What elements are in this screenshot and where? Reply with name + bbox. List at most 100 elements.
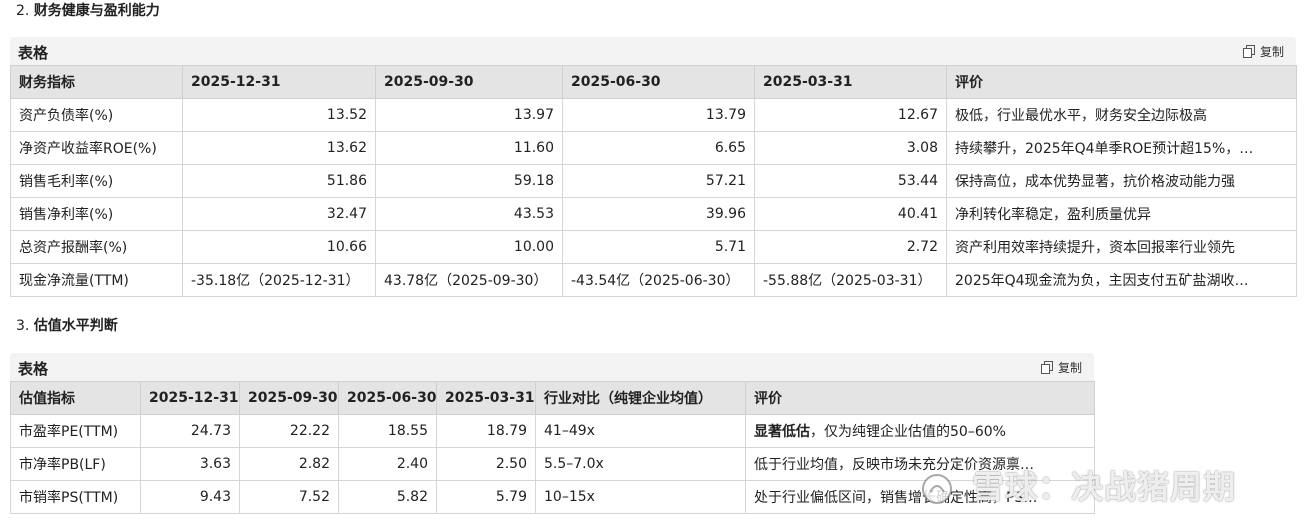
table-cell: 9.43 (140, 480, 240, 514)
table-cell: 13.62 (182, 131, 376, 165)
financial-table-card: 表格 复制 财务指标 2025-12-31 2025-09-30 2025-06… (10, 37, 1297, 297)
table-row: 总资产报酬率(%) 10.66 10.00 5.71 2.72 资产利用效率持续… (10, 230, 1297, 264)
metric-name: 销售净利率(%) (10, 197, 183, 231)
column-header: 2025-09-30 (239, 381, 339, 415)
metric-name: 净资产收益率ROE(%) (10, 131, 183, 165)
industry-cell: 5.5–7.0x (535, 447, 746, 481)
column-header: 2025-06-30 (338, 381, 437, 415)
table-cell: 12.67 (754, 98, 947, 132)
evaluation-cell: 净利转化率稳定，盈利质量优异 (946, 197, 1297, 231)
table-row: 现金净流量(TTM) -35.18亿（2025-12-31） 43.78亿（20… (10, 263, 1297, 297)
column-header: 评价 (745, 381, 1095, 415)
table-cell: 6.65 (562, 131, 755, 165)
metric-name: 市净率PB(LF) (10, 447, 141, 481)
financial-table: 财务指标 2025-12-31 2025-09-30 2025-06-30 20… (10, 65, 1297, 297)
evaluation-emphasis: 显著低估 (754, 424, 810, 440)
valuation-table: 估值指标 2025-12-31 2025-09-30 2025-06-30 20… (10, 381, 1095, 514)
table-cell: 5.79 (436, 480, 536, 514)
industry-cell: 10–15x (535, 480, 746, 514)
copy-icon (1040, 361, 1053, 374)
table-cell: 57.21 (562, 164, 755, 198)
table-cell: 13.97 (375, 98, 563, 132)
table-cell: 2.82 (239, 447, 339, 481)
table-cell: 51.86 (182, 164, 376, 198)
table-cell: 2.72 (754, 230, 947, 264)
evaluation-text: ，仅为纯锂企业估值的50–60% (810, 424, 1006, 440)
column-header: 行业对比（纯锂企业均值） (535, 381, 746, 415)
table-cell: 32.47 (182, 197, 376, 231)
table-cell: 5.71 (562, 230, 755, 264)
metric-name: 市盈率PE(TTM) (10, 414, 141, 448)
evaluation-cell: 极低，行业最优水平，财务安全边际极高 (946, 98, 1297, 132)
metric-name: 市销率PS(TTM) (10, 480, 141, 514)
table-cell: 2.50 (436, 447, 536, 481)
table-row: 资产负债率(%) 13.52 13.97 13.79 12.67 极低，行业最优… (10, 98, 1297, 132)
card-label: 表格 (18, 44, 49, 62)
section-heading: 财务健康与盈利能力 (33, 3, 160, 19)
table-cell: 7.52 (239, 480, 339, 514)
table-cell: 22.22 (239, 414, 339, 448)
table-row: 市净率PB(LF) 3.63 2.82 2.40 2.50 5.5–7.0x 低… (10, 447, 1095, 481)
table-row: 市销率PS(TTM) 9.43 7.52 5.82 5.79 10–15x 处于… (10, 480, 1095, 514)
section-heading: 估值水平判断 (33, 318, 118, 334)
column-header: 2025-09-30 (375, 65, 563, 99)
metric-name: 销售毛利率(%) (10, 164, 183, 198)
evaluation-cell: 持续攀升，2025年Q4单季ROE预计超15%，… (946, 131, 1297, 165)
card-header: 表格 复制 (10, 353, 1094, 381)
table-cell: 18.55 (338, 414, 437, 448)
table-cell: 5.82 (338, 480, 437, 514)
copy-label: 复制 (1259, 45, 1284, 59)
evaluation-cell: 资产利用效率持续提升，资本回报率行业领先 (946, 230, 1297, 264)
table-cell: 13.52 (182, 98, 376, 132)
column-header: 2025-12-31 (140, 381, 240, 415)
table-cell: -55.88亿（2025-03-31） (754, 263, 947, 297)
table-cell: 59.18 (375, 164, 563, 198)
column-header: 2025-03-31 (754, 65, 947, 99)
section-3-title: 3. 估值水平判断 (16, 315, 118, 335)
table-row: 销售净利率(%) 32.47 43.53 39.96 40.41 净利转化率稳定… (10, 197, 1297, 231)
table-cell: 40.41 (754, 197, 947, 231)
table-cell: 3.08 (754, 131, 947, 165)
column-header: 估值指标 (10, 381, 141, 415)
table-cell: 43.78亿（2025-09-30） (375, 263, 563, 297)
table-cell: 10.66 (182, 230, 376, 264)
metric-name: 总资产报酬率(%) (10, 230, 183, 264)
table-cell: 10.00 (375, 230, 563, 264)
column-header: 评价 (946, 65, 1297, 99)
section-2-title: 2. 财务健康与盈利能力 (16, 0, 160, 20)
table-cell: 3.63 (140, 447, 240, 481)
table-cell: 43.53 (375, 197, 563, 231)
table-row: 销售毛利率(%) 51.86 59.18 57.21 53.44 保持高位，成本… (10, 164, 1297, 198)
table-cell: -43.54亿（2025-06-30） (562, 263, 755, 297)
table-cell: 11.60 (375, 131, 563, 165)
evaluation-cell: 显著低估，仅为纯锂企业估值的50–60% (745, 414, 1095, 448)
column-header: 2025-06-30 (562, 65, 755, 99)
column-header: 财务指标 (10, 65, 183, 99)
evaluation-cell: 处于行业偏低区间，销售增长确定性高，PS… (745, 480, 1095, 514)
table-header-row: 财务指标 2025-12-31 2025-09-30 2025-06-30 20… (10, 65, 1297, 99)
copy-button[interactable]: 复制 (1242, 43, 1284, 60)
table-cell: -35.18亿（2025-12-31） (182, 263, 376, 297)
evaluation-cell: 2025年Q4现金流为负，主因支付五矿盐湖收… (946, 263, 1297, 297)
table-row: 净资产收益率ROE(%) 13.62 11.60 6.65 3.08 持续攀升，… (10, 131, 1297, 165)
card-label: 表格 (18, 360, 49, 378)
table-cell: 39.96 (562, 197, 755, 231)
valuation-table-card: 表格 复制 估值指标 2025-12-31 2025-09-30 2025-06… (10, 353, 1095, 514)
table-cell: 18.79 (436, 414, 536, 448)
copy-button[interactable]: 复制 (1040, 359, 1082, 376)
column-header: 2025-12-31 (182, 65, 376, 99)
evaluation-cell: 低于行业均值，反映市场未充分定价资源禀… (745, 447, 1095, 481)
table-row: 市盈率PE(TTM) 24.73 22.22 18.55 18.79 41–49… (10, 414, 1095, 448)
table-cell: 2.40 (338, 447, 437, 481)
table-header-row: 估值指标 2025-12-31 2025-09-30 2025-06-30 20… (10, 381, 1095, 415)
table-cell: 53.44 (754, 164, 947, 198)
metric-name: 资产负债率(%) (10, 98, 183, 132)
evaluation-cell: 保持高位，成本优势显著，抗价格波动能力强 (946, 164, 1297, 198)
section-number: 2. (16, 3, 30, 19)
section-number: 3. (16, 318, 30, 334)
column-header: 2025-03-31 (436, 381, 536, 415)
copy-label: 复制 (1057, 361, 1082, 375)
industry-cell: 41–49x (535, 414, 746, 448)
card-header: 表格 复制 (10, 37, 1296, 65)
copy-icon (1242, 45, 1255, 58)
